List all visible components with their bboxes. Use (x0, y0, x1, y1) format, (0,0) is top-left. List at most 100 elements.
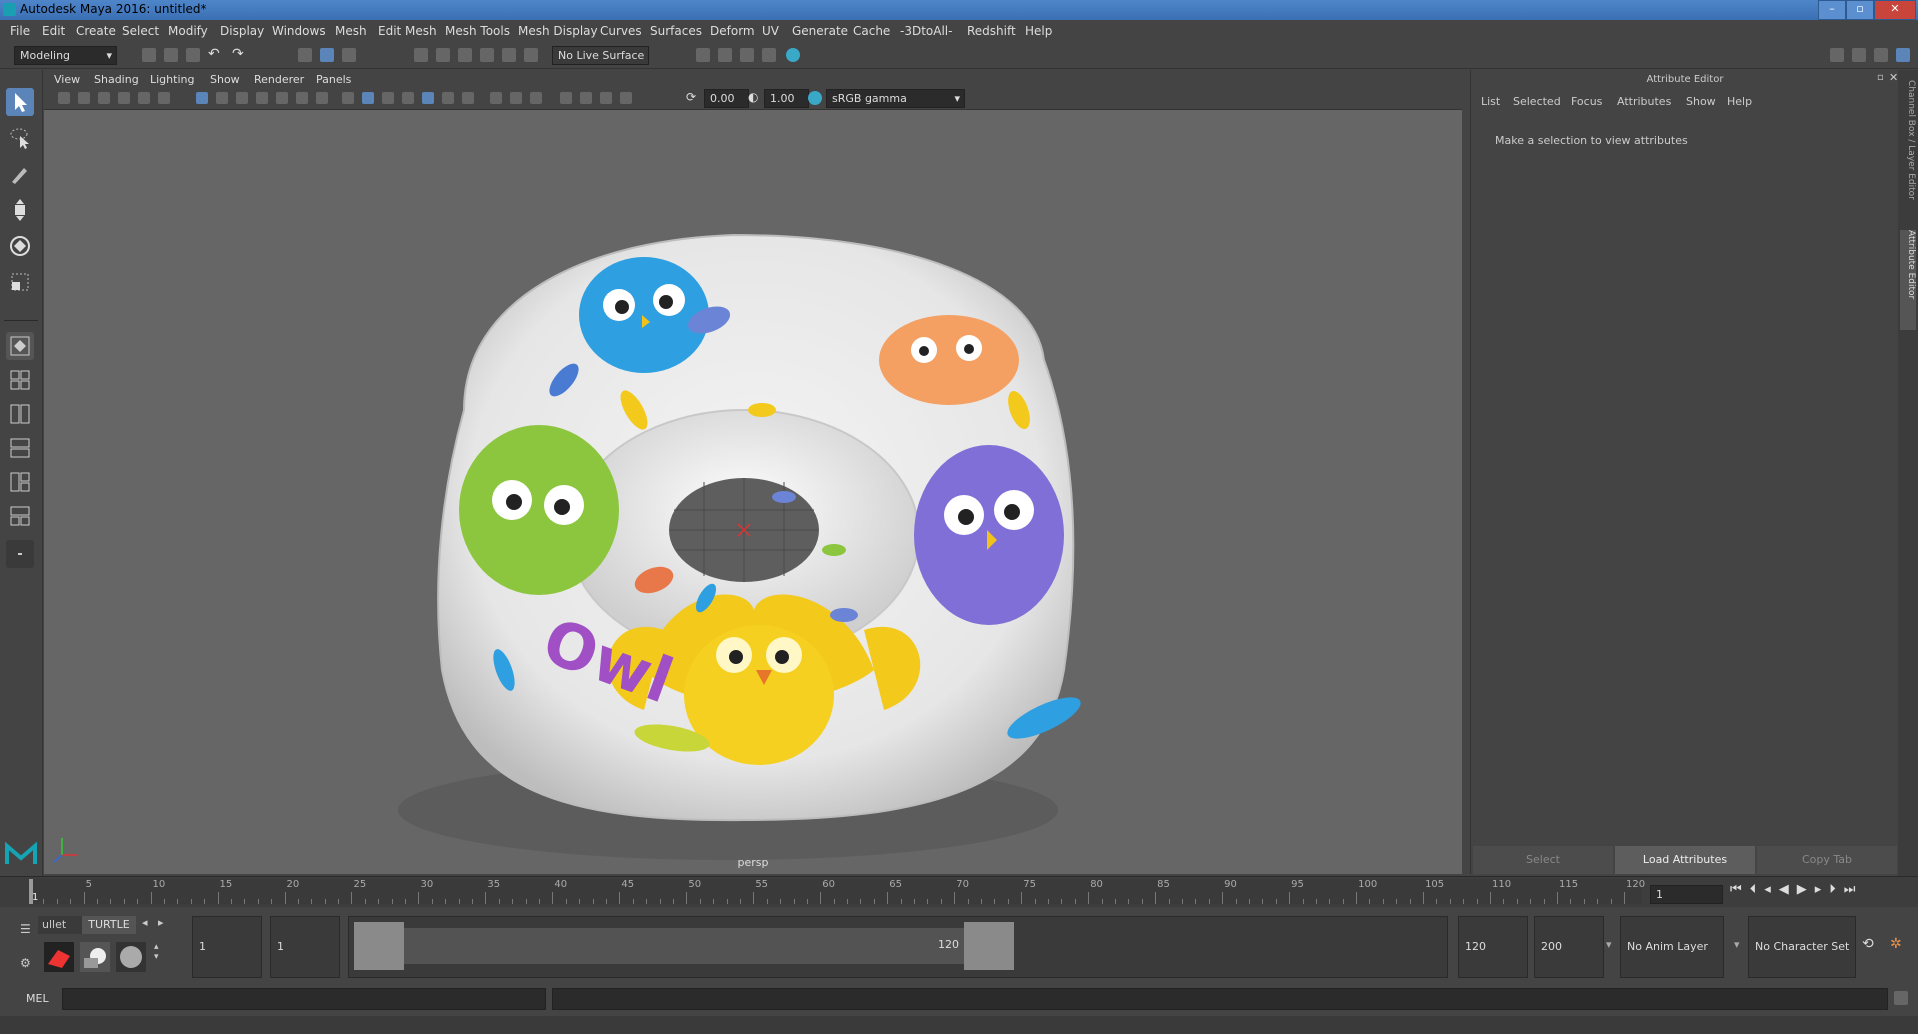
grease-pencil-icon[interactable] (158, 92, 170, 104)
open-scene-icon[interactable] (164, 48, 178, 62)
auto-key-icon[interactable]: ⟲ (1862, 936, 1874, 952)
gamma-icon[interactable]: ◐ (748, 90, 758, 104)
animation-preferences-icon[interactable]: ✲ (1890, 936, 1902, 952)
playback-start-field[interactable]: 1 (270, 916, 340, 978)
step-forward-frame-icon[interactable]: ▸ (1815, 882, 1830, 897)
range-slider-start-handle[interactable] (354, 922, 404, 970)
field-chart-icon[interactable] (276, 92, 288, 104)
shelf-menu-icon[interactable]: ☰ (20, 922, 31, 936)
turtle-render-icon[interactable] (44, 942, 74, 972)
animation-start-field[interactable]: 1 (192, 916, 262, 978)
use-all-lights-icon[interactable] (442, 92, 454, 104)
bookmark-icon[interactable] (98, 92, 110, 104)
render-frame-icon[interactable] (718, 48, 732, 62)
chevron-down-icon[interactable]: ▾ (1606, 938, 1612, 951)
2d-pan-zoom-icon[interactable] (138, 92, 150, 104)
menu-edit-mesh[interactable]: Edit Mesh (378, 24, 437, 38)
snap-surface-icon[interactable] (502, 48, 516, 62)
menu-cache[interactable]: Cache (853, 24, 890, 38)
menu-redshift[interactable]: Redshift (967, 24, 1016, 38)
close-panel-icon[interactable]: ✕ (1889, 71, 1898, 84)
layout-quad-icon[interactable] (1852, 48, 1866, 62)
paint-select-tool-icon[interactable] (6, 160, 34, 188)
save-scene-icon[interactable] (186, 48, 200, 62)
safe-title-icon[interactable] (316, 92, 328, 104)
resolution-gate-icon[interactable] (236, 92, 248, 104)
motion-blur-icon[interactable] (510, 92, 522, 104)
shelf-scroll-right-icon[interactable]: ▸ (158, 916, 164, 929)
menu-file[interactable]: File (10, 24, 30, 38)
viewport-menu-renderer[interactable]: Renderer (254, 73, 304, 86)
menu-set-dropdown[interactable]: Modeling ▾ (14, 46, 117, 65)
xray-joints-icon[interactable] (600, 92, 612, 104)
command-language-toggle[interactable]: MEL (26, 992, 49, 1005)
viewport-menu-show[interactable]: Show (210, 73, 240, 86)
playback-end-field[interactable]: 120 (1458, 916, 1528, 978)
render-view-icon[interactable] (762, 48, 776, 62)
image-plane-icon[interactable] (118, 92, 130, 104)
redo-icon[interactable]: ↷ (232, 46, 244, 62)
command-input[interactable] (62, 988, 546, 1010)
wireframe-on-shaded-icon[interactable] (402, 92, 414, 104)
color-management-icon[interactable] (808, 91, 822, 105)
step-forward-key-icon[interactable]: ⏵ (1829, 882, 1844, 897)
time-ruler[interactable]: 1 5 10 15 20 25 30 35 40 45 50 55 60 65 70 75 80 85 90 95 10… (28, 879, 1645, 904)
shelf-settings-icon[interactable]: ⚙ (20, 956, 31, 970)
copy-tab-button[interactable]: Copy Tab (1757, 846, 1897, 874)
play-forward-icon[interactable]: ▶ (1797, 882, 1815, 897)
xray-icon[interactable] (580, 92, 592, 104)
animation-end-field[interactable]: 200 (1534, 916, 1604, 978)
gamma-field[interactable]: 1.00 (764, 89, 809, 108)
attr-menu-help[interactable]: Help (1727, 95, 1752, 108)
attr-menu-selected[interactable]: Selected (1513, 95, 1561, 108)
isolate-select-icon[interactable] (560, 92, 572, 104)
wireframe-icon[interactable] (342, 92, 354, 104)
layout-four-pane-icon[interactable] (6, 366, 34, 394)
menu-surfaces[interactable]: Surfaces (650, 24, 702, 38)
render-settings-icon[interactable] (696, 48, 710, 62)
perspective-viewport[interactable]: Owl persp (44, 110, 1462, 874)
select-component-icon[interactable] (342, 48, 356, 62)
channel-box-tab[interactable]: Channel Box / Layer Editor (1900, 80, 1916, 220)
attribute-editor-tab[interactable]: Attribute Editor (1900, 230, 1916, 330)
menu-3dtoall[interactable]: -3DtoAll- (900, 24, 952, 38)
menu-modify[interactable]: Modify (168, 24, 208, 38)
rotate-tool-icon[interactable] (6, 232, 34, 260)
layout-persp-graph-icon[interactable] (6, 434, 34, 462)
go-to-start-icon[interactable]: ⏮ (1730, 882, 1750, 897)
snap-curve-icon[interactable] (436, 48, 450, 62)
channel-box-toggle-icon[interactable] (1896, 48, 1910, 62)
menu-generate[interactable]: Generate (792, 24, 848, 38)
layout-outliner-icon[interactable] (1874, 48, 1888, 62)
close-button[interactable]: ✕ (1874, 0, 1916, 20)
layout-persp-outliner-icon[interactable] (6, 502, 34, 530)
grid-toggle-icon[interactable] (196, 92, 208, 104)
shelf-tab-turtle[interactable]: TURTLE (82, 916, 136, 934)
live-surface-field[interactable]: No Live Surface (552, 46, 649, 65)
layout-single-pane-icon[interactable] (6, 332, 34, 360)
load-attributes-button[interactable]: Load Attributes (1615, 846, 1755, 874)
move-tool-icon[interactable] (6, 196, 34, 224)
menu-mesh[interactable]: Mesh (335, 24, 367, 38)
attr-menu-attributes[interactable]: Attributes (1617, 95, 1671, 108)
current-time-indicator[interactable] (29, 879, 33, 904)
step-back-frame-icon[interactable]: ◂ (1764, 882, 1779, 897)
select-object-icon[interactable] (320, 48, 334, 62)
select-tool-icon[interactable] (6, 88, 34, 116)
go-to-end-icon[interactable]: ⏭ (1844, 882, 1864, 897)
scale-tool-icon[interactable] (6, 268, 34, 296)
turtle-baking-icon[interactable] (80, 942, 110, 972)
viewport-menu-shading[interactable]: Shading (94, 73, 139, 86)
camera-attributes-icon[interactable] (78, 92, 90, 104)
menu-curves[interactable]: Curves (600, 24, 642, 38)
snap-point-icon[interactable] (458, 48, 472, 62)
camera-select-icon[interactable] (58, 92, 70, 104)
shelf-tab-bullet[interactable]: ullet (38, 916, 82, 934)
select-hierarchy-icon[interactable] (298, 48, 312, 62)
menu-edit[interactable]: Edit (42, 24, 65, 38)
layout-outliner-persp-icon[interactable] (6, 468, 34, 496)
viewport-menu-panels[interactable]: Panels (316, 73, 351, 86)
layout-two-pane-icon[interactable] (6, 400, 34, 428)
undo-icon[interactable]: ↶ (208, 46, 220, 62)
snap-view-icon[interactable] (480, 48, 494, 62)
